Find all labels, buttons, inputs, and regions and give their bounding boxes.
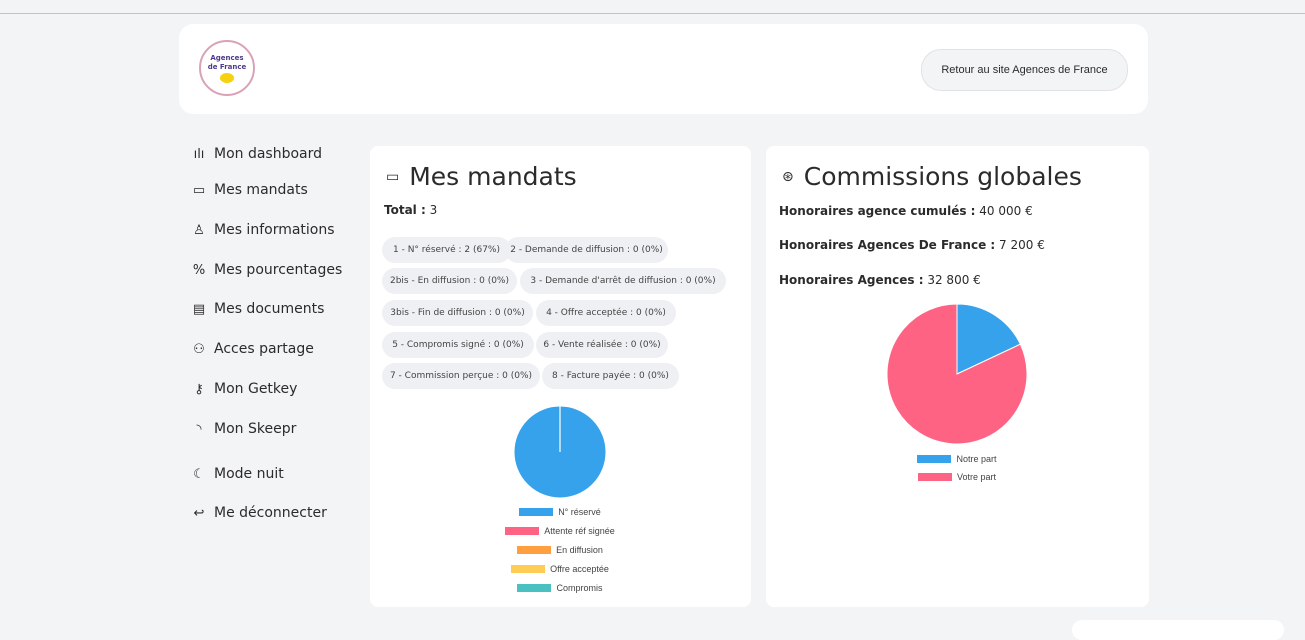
- legend-swatch: [917, 455, 952, 463]
- sidebar-item-label: Mon dashboard: [214, 146, 323, 162]
- logout-icon: ↩: [193, 505, 205, 521]
- sidebar-item-label: Mode nuit: [214, 466, 284, 482]
- commissions-title-text: Commissions globales: [803, 162, 1082, 191]
- status-chip[interactable]: 3 - Demande d'arrêt de diffusion : 0 (0%…: [520, 268, 726, 294]
- mandats-card: ▭ Mes mandats Total : 3 1 - N° réservé :…: [370, 146, 751, 607]
- honoraires-agence-cumules: Honoraires agence cumulés : 40 000 €: [779, 204, 1033, 218]
- legend-item[interactable]: Votre part: [857, 472, 1057, 482]
- legend-item[interactable]: Compromis: [460, 583, 660, 593]
- sidebar-item-label: Mon Skeepr: [214, 421, 297, 437]
- legend-label: Notre part: [956, 454, 997, 464]
- legend-label: En diffusion: [556, 545, 603, 555]
- legend-item[interactable]: Notre part: [857, 454, 1057, 464]
- status-chip[interactable]: 6 - Vente réalisée : 0 (0%): [536, 332, 668, 358]
- mandats-title-text: Mes mandats: [409, 162, 577, 191]
- key-icon: ⚷: [194, 381, 204, 397]
- logo-emblem: [220, 73, 234, 83]
- sidebar-item-label: Mon Getkey: [214, 381, 298, 397]
- sidebar-item-label: Mes mandats: [214, 182, 308, 198]
- honoraires-value: 7 200 €: [999, 238, 1045, 252]
- mandats-title: ▭ Mes mandats: [386, 162, 577, 191]
- bottom-right-widget: [1072, 620, 1284, 640]
- sidebar-item-skeepr[interactable]: ◝ Mon Skeepr: [192, 418, 296, 440]
- legend-swatch: [519, 508, 554, 516]
- legend-label: Compromis: [556, 583, 603, 593]
- sidebar-item-label: Mes documents: [214, 301, 325, 317]
- legend-item[interactable]: Attente réf signée: [460, 526, 660, 536]
- status-chip[interactable]: 2 - Demande de diffusion : 0 (0%): [505, 237, 668, 263]
- legend-label: N° réservé: [558, 507, 601, 517]
- legend-swatch: [517, 546, 552, 554]
- legend-swatch: [517, 584, 552, 592]
- honoraires-label: Honoraires Agences :: [779, 273, 924, 287]
- rss-icon: ◝: [196, 421, 202, 437]
- logo-text-line1: Agences: [210, 54, 244, 62]
- status-chip[interactable]: 2bis - En diffusion : 0 (0%): [382, 268, 517, 294]
- commissions-card: ⊛ Commissions globales Honoraires agence…: [766, 146, 1149, 607]
- sidebar-item-documents[interactable]: ▤ Mes documents: [192, 298, 325, 320]
- legend-item[interactable]: Offre acceptée: [460, 564, 660, 574]
- honoraires-value: 40 000 €: [979, 204, 1033, 218]
- document-icon: ▤: [192, 301, 206, 317]
- sidebar-item-pourcentages[interactable]: % Mes pourcentages: [192, 259, 342, 281]
- status-chip[interactable]: 8 - Facture payée : 0 (0%): [542, 363, 679, 389]
- folder-icon: ▭: [192, 182, 206, 198]
- legend-label: Attente réf signée: [544, 526, 615, 536]
- sidebar-item-label: Me déconnecter: [214, 505, 327, 521]
- legend-item[interactable]: N° réservé: [460, 507, 660, 517]
- moon-icon: ☾: [193, 466, 205, 482]
- sidebar-item-label: Mes informations: [214, 222, 335, 238]
- bar-chart-icon: ılı: [193, 146, 205, 162]
- status-chip[interactable]: 5 - Compromis signé : 0 (0%): [382, 332, 534, 358]
- sidebar-item-label: Acces partage: [214, 341, 314, 357]
- header-bar: Agences de France Retour au site Agences…: [179, 24, 1148, 114]
- status-chip[interactable]: 1 - N° réservé : 2 (67%): [382, 237, 511, 263]
- honoraires-agences-de-france: Honoraires Agences De France : 7 200 €: [779, 238, 1045, 252]
- legend-swatch: [505, 527, 540, 535]
- legend-label: Votre part: [956, 472, 997, 482]
- commissions-title: ⊛ Commissions globales: [782, 162, 1082, 191]
- percent-icon: %: [192, 262, 206, 278]
- sidebar-item-label: Mes pourcentages: [214, 262, 343, 278]
- top-divider: [0, 13, 1305, 14]
- legend-swatch: [511, 565, 546, 573]
- mandats-pie-chart: [514, 406, 606, 498]
- sidebar-item-acces-partage[interactable]: ⚇ Acces partage: [192, 338, 314, 360]
- users-icon: ⚇: [193, 341, 205, 357]
- mandats-total: Total : 3: [384, 203, 437, 217]
- sidebar-item-getkey[interactable]: ⚷ Mon Getkey: [192, 378, 297, 400]
- user-icon: ♙: [193, 222, 205, 238]
- logo-text-line2: de France: [207, 63, 247, 71]
- agences-de-france-logo[interactable]: Agences de France: [199, 40, 255, 96]
- coin-icon: ⊛: [782, 168, 794, 185]
- honoraires-label: Honoraires agence cumulés :: [779, 204, 976, 218]
- status-chip[interactable]: 7 - Commission perçue : 0 (0%): [382, 363, 540, 389]
- sidebar-item-dashboard[interactable]: ılı Mon dashboard: [192, 143, 322, 165]
- legend-swatch: [917, 473, 952, 481]
- folder-icon: ▭: [386, 168, 400, 185]
- total-value: 3: [429, 203, 438, 217]
- honoraires-agences: Honoraires Agences : 32 800 €: [779, 273, 981, 287]
- honoraires-label: Honoraires Agences De France :: [779, 238, 996, 252]
- sidebar-item-logout[interactable]: ↩ Me déconnecter: [192, 502, 327, 524]
- commissions-pie-chart: [887, 304, 1027, 444]
- total-label: Total :: [384, 203, 426, 217]
- sidebar-item-mandats[interactable]: ▭ Mes mandats: [192, 179, 308, 201]
- legend-label: Offre acceptée: [550, 564, 609, 574]
- status-chip[interactable]: 3bis - Fin de diffusion : 0 (0%): [382, 300, 533, 326]
- honoraires-value: 32 800 €: [927, 273, 981, 287]
- legend-item[interactable]: En diffusion: [460, 545, 660, 555]
- sidebar-item-mode-nuit[interactable]: ☾ Mode nuit: [192, 463, 284, 485]
- status-chip[interactable]: 4 - Offre acceptée : 0 (0%): [536, 300, 676, 326]
- back-to-site-button[interactable]: Retour au site Agences de France: [921, 49, 1128, 91]
- sidebar-item-informations[interactable]: ♙ Mes informations: [192, 219, 335, 241]
